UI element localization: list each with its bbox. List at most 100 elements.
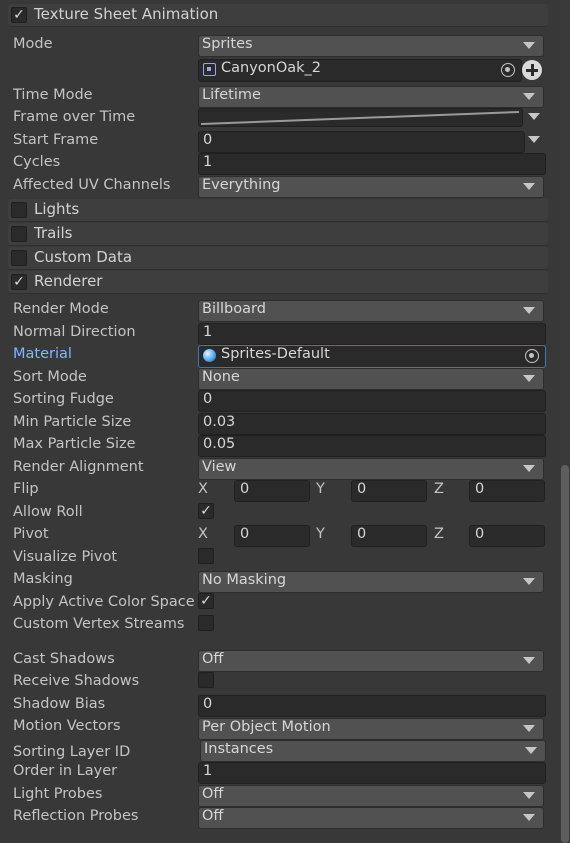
- shadow-bias-field[interactable]: 0: [198, 695, 546, 717]
- chevron-down-icon: [523, 792, 535, 799]
- pivot-y-field[interactable]: 0: [351, 525, 427, 547]
- material-object-field[interactable]: Sprites-Default: [198, 345, 546, 368]
- renderer-section-header[interactable]: ✓ Renderer: [8, 271, 548, 294]
- render-alignment-dropdown[interactable]: View: [198, 458, 544, 480]
- reflection-probes-label: Reflection Probes: [13, 808, 139, 824]
- sprite-value: CanyonOak_2: [221, 60, 322, 76]
- visualize-pivot-checkbox[interactable]: [198, 548, 214, 564]
- lights-checkbox[interactable]: [11, 202, 27, 218]
- sorting-fudge-field[interactable]: 0: [198, 390, 546, 412]
- frame-over-time-label: Frame over Time: [13, 109, 136, 125]
- flip-x-value: 0: [240, 481, 250, 497]
- object-picker-icon[interactable]: [501, 63, 515, 77]
- chevron-down-icon: [523, 725, 535, 732]
- object-picker-icon[interactable]: [525, 349, 539, 363]
- sprite-object-field[interactable]: CanyonOak_2: [198, 59, 522, 82]
- masking-label: Masking: [13, 571, 73, 587]
- trails-checkbox[interactable]: [11, 226, 27, 242]
- allow-roll-checkbox[interactable]: ✓: [198, 503, 214, 519]
- flip-y-field[interactable]: 0: [351, 480, 427, 502]
- chevron-down-icon: [523, 578, 535, 585]
- pivot-y-axis-label: Y: [316, 526, 325, 542]
- pivot-x-value: 0: [240, 526, 250, 542]
- cast-shadows-value: Off: [202, 651, 224, 667]
- start-frame-field[interactable]: 0: [198, 131, 525, 153]
- chevron-down-icon[interactable]: [528, 136, 540, 143]
- receive-shadows-checkbox[interactable]: [198, 672, 214, 688]
- texture-sheet-animation-checkbox[interactable]: ✓: [11, 7, 27, 23]
- start-frame-label: Start Frame: [13, 132, 99, 148]
- chevron-down-icon[interactable]: [528, 113, 540, 120]
- pivot-z-field[interactable]: 0: [469, 525, 545, 547]
- max-particle-size-label: Max Particle Size: [13, 436, 136, 452]
- chevron-down-icon: [523, 42, 535, 49]
- sorting-layer-id-value: Instances: [204, 741, 274, 757]
- sort-mode-dropdown[interactable]: None: [198, 368, 544, 390]
- receive-shadows-label: Receive Shadows: [13, 673, 140, 689]
- cycles-value: 1: [203, 154, 213, 170]
- allow-roll-label: Allow Roll: [13, 504, 83, 520]
- motion-vectors-dropdown[interactable]: Per Object Motion: [198, 718, 544, 740]
- vertical-scrollbar[interactable]: [560, 0, 570, 843]
- order-in-layer-value: 1: [203, 763, 213, 779]
- sorting-layer-id-dropdown[interactable]: Instances: [200, 740, 546, 762]
- flip-z-value: 0: [475, 481, 485, 497]
- affected-uv-dropdown[interactable]: Everything: [198, 176, 544, 198]
- sorting-fudge-label: Sorting Fudge: [13, 391, 114, 407]
- shadow-bias-label: Shadow Bias: [13, 696, 106, 712]
- flip-z-field[interactable]: 0: [469, 480, 545, 502]
- sort-mode-label: Sort Mode: [13, 369, 87, 385]
- apply-color-space-checkbox[interactable]: ✓: [198, 593, 214, 609]
- cast-shadows-dropdown[interactable]: Off: [198, 650, 544, 672]
- light-probes-dropdown[interactable]: Off: [198, 785, 544, 807]
- order-in-layer-field[interactable]: 1: [198, 762, 546, 784]
- masking-dropdown[interactable]: No Masking: [198, 571, 544, 593]
- time-mode-label: Time Mode: [13, 87, 93, 103]
- max-particle-size-value: 0.05: [203, 436, 236, 452]
- trails-section-header[interactable]: Trails: [8, 223, 548, 246]
- max-particle-size-field[interactable]: 0.05: [198, 435, 546, 457]
- order-in-layer-label: Order in Layer: [13, 763, 118, 779]
- motion-vectors-label: Motion Vectors: [13, 718, 121, 734]
- time-mode-value: Lifetime: [202, 87, 261, 103]
- normal-direction-label: Normal Direction: [13, 324, 136, 340]
- reflection-probes-dropdown[interactable]: Off: [198, 807, 544, 829]
- affected-uv-label: Affected UV Channels: [13, 177, 171, 193]
- affected-uv-value: Everything: [202, 177, 281, 193]
- sprite-icon: [203, 63, 216, 76]
- min-particle-size-field[interactable]: 0.03: [198, 413, 546, 435]
- chevron-down-icon: [523, 375, 535, 382]
- normal-direction-value: 1: [203, 324, 213, 340]
- pivot-x-field[interactable]: 0: [234, 525, 310, 547]
- reflection-probes-value: Off: [202, 808, 224, 824]
- cycles-label: Cycles: [13, 154, 61, 170]
- cycles-field[interactable]: 1: [198, 153, 546, 175]
- render-alignment-label: Render Alignment: [13, 459, 144, 475]
- time-mode-dropdown[interactable]: Lifetime: [198, 86, 544, 108]
- renderer-checkbox[interactable]: ✓: [11, 274, 27, 290]
- curve-preview: [200, 111, 520, 125]
- start-frame-value: 0: [203, 132, 213, 148]
- frame-over-time-curve[interactable]: [198, 108, 523, 127]
- custom-data-checkbox[interactable]: [11, 250, 27, 266]
- visualize-pivot-label: Visualize Pivot: [13, 549, 118, 565]
- pivot-label: Pivot: [13, 526, 49, 542]
- material-label: Material: [13, 346, 72, 362]
- pivot-z-axis-label: Z: [434, 526, 444, 542]
- scrollbar-thumb[interactable]: [561, 465, 569, 843]
- render-mode-value: Billboard: [202, 301, 266, 317]
- render-mode-dropdown[interactable]: Billboard: [198, 300, 544, 322]
- lights-section-header[interactable]: Lights: [8, 199, 548, 222]
- custom-data-section-header[interactable]: Custom Data: [8, 247, 548, 270]
- cast-shadows-label: Cast Shadows: [13, 651, 115, 667]
- shadow-bias-value: 0: [203, 696, 213, 712]
- normal-direction-field[interactable]: 1: [198, 323, 546, 345]
- add-sprite-icon[interactable]: [522, 60, 542, 80]
- texture-sheet-animation-header[interactable]: ✓ Texture Sheet Animation: [8, 4, 548, 27]
- flip-x-field[interactable]: 0: [234, 480, 310, 502]
- flip-y-axis-label: Y: [316, 481, 325, 497]
- custom-vertex-streams-checkbox[interactable]: [198, 615, 214, 631]
- section-title: Texture Sheet Animation: [34, 5, 219, 23]
- chevron-down-icon: [523, 814, 535, 821]
- mode-dropdown[interactable]: Sprites: [198, 35, 544, 57]
